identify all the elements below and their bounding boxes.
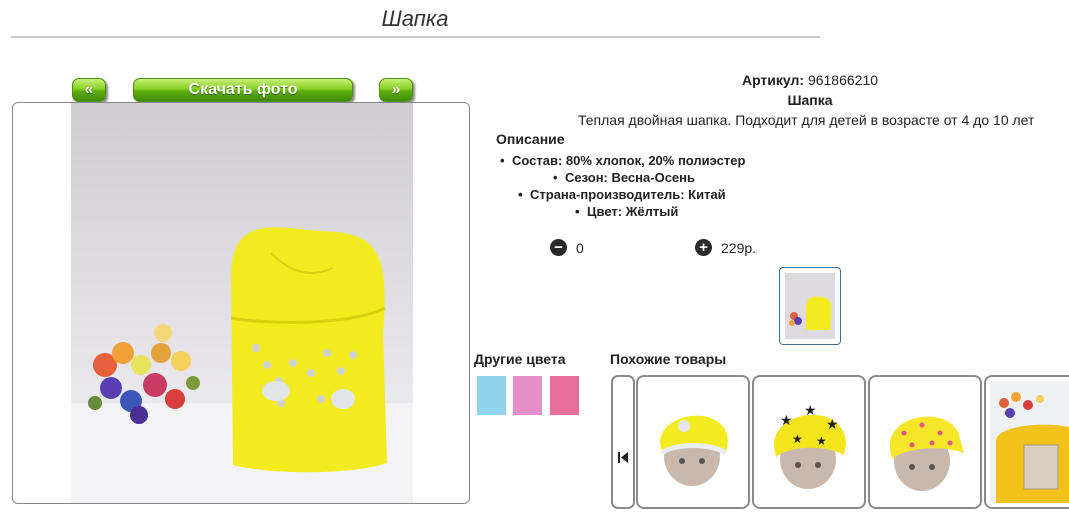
svg-text:★: ★ [804, 403, 817, 419]
title-divider [11, 36, 820, 38]
plus-circle-icon[interactable]: + [695, 239, 712, 256]
product-summary: Теплая двойная шапка. Подходит для детей… [578, 112, 1035, 128]
similar-products-heading: Похожие товары [610, 351, 727, 367]
product-image [990, 381, 1069, 503]
quantity-value: 0 [576, 240, 584, 256]
svg-text:★: ★ [816, 434, 827, 448]
similar-product-card[interactable] [636, 375, 750, 509]
description-heading: Описание [496, 131, 565, 147]
next-photo-button[interactable]: » [379, 78, 413, 102]
product-image [874, 381, 976, 503]
product-photo[interactable] [71, 103, 413, 503]
similar-product-card[interactable]: ★ ★ ★ ★ ★ [752, 375, 866, 509]
photo-thumbnail[interactable] [779, 267, 841, 345]
color-swatch-pink[interactable] [513, 376, 542, 415]
page-title: Шапка [381, 6, 449, 31]
minus-circle-icon[interactable]: − [550, 239, 567, 256]
svg-text:★: ★ [780, 413, 793, 429]
similar-product-card[interactable] [984, 375, 1069, 509]
svg-text:★: ★ [792, 432, 803, 446]
similar-prev-button[interactable] [611, 375, 635, 509]
product-image [642, 381, 744, 503]
thumbnail-image [785, 273, 835, 339]
article-value: 961866210 [807, 72, 879, 88]
similar-product-card[interactable] [868, 375, 982, 509]
article-label: Артикул: [741, 72, 805, 88]
skip-back-icon [618, 452, 628, 463]
product-photo-frame [12, 102, 470, 504]
spec-item: • Сезон: Весна-Осень [553, 170, 695, 185]
prev-photo-button[interactable]: « [72, 78, 106, 102]
spec-item: • Цвет: Жёлтый [575, 204, 679, 219]
hat-image [230, 227, 387, 473]
spec-item: • Страна-производитель: Китай [518, 187, 726, 202]
download-photo-button[interactable]: Скачать фото [133, 78, 353, 102]
product-image: ★ ★ ★ ★ ★ [758, 381, 860, 503]
color-swatch-raspberry[interactable] [550, 376, 579, 415]
price-value: 229р. [721, 240, 757, 256]
color-swatch-blue[interactable] [477, 376, 506, 415]
product-name: Шапка [787, 92, 833, 108]
article-line: Артикул: 961866210 [560, 72, 1060, 88]
other-colors-heading: Другие цвета [474, 351, 566, 367]
svg-text:★: ★ [826, 417, 839, 433]
yellow-hat-illustration [71, 227, 413, 503]
spec-item: • Состав: 80% хлопок, 20% полиэстер [500, 153, 746, 168]
